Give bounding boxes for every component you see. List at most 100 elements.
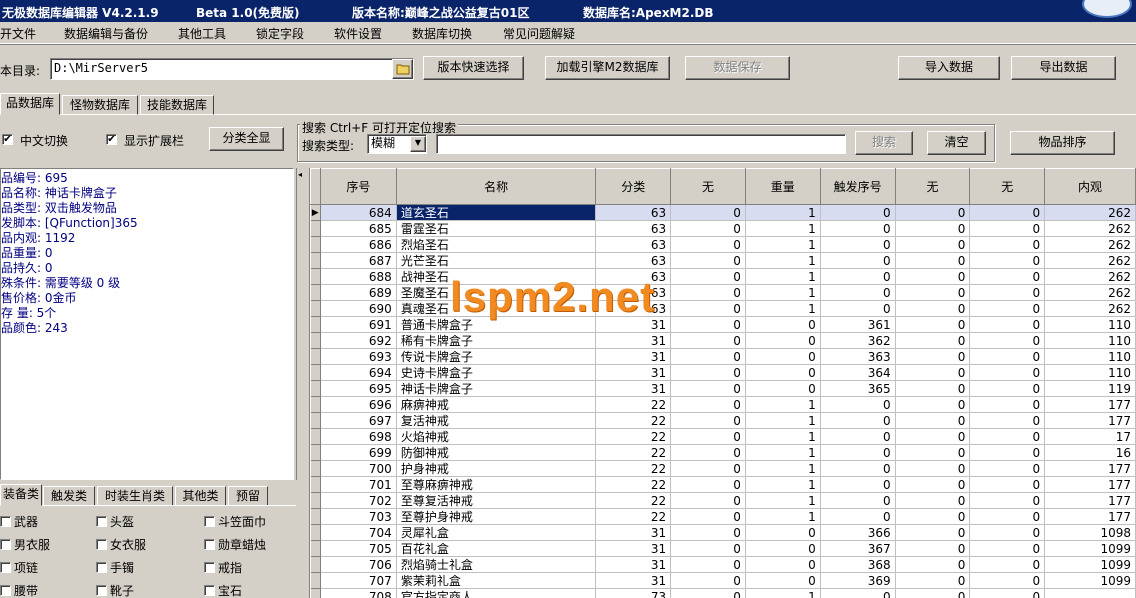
chevron-down-icon[interactable]: ▼ xyxy=(410,136,426,152)
table-cell[interactable]: 0 xyxy=(895,236,971,253)
row-indicator[interactable] xyxy=(310,396,321,413)
table-cell[interactable]: 694 xyxy=(320,364,397,381)
table-cell[interactable]: 0 xyxy=(969,540,1046,557)
table-row[interactable]: 687 光芒圣石 63 0 1 0 0 0 262 xyxy=(310,252,1136,269)
table-cell[interactable]: 0 xyxy=(895,220,971,237)
row-indicator[interactable] xyxy=(310,476,321,493)
table-cell[interactable]: 177 xyxy=(1044,396,1136,413)
table-row[interactable]: 700 护身神戒 22 0 1 0 0 0 177 xyxy=(310,460,1136,477)
table-cell[interactable]: 0 xyxy=(745,572,821,589)
table-cell[interactable]: 0 xyxy=(670,524,746,541)
table-cell[interactable]: 0 xyxy=(820,284,896,301)
table-cell[interactable]: 22 xyxy=(595,460,672,477)
table-cell[interactable]: 0 xyxy=(670,380,746,397)
row-indicator[interactable] xyxy=(310,428,321,445)
table-cell[interactable]: 稀有卡牌盒子 xyxy=(396,332,597,349)
tab-fashion-zodiac[interactable]: 时装生肖类 xyxy=(97,486,173,506)
directory-input[interactable]: D:\MirServer5 xyxy=(50,58,414,80)
quick-select-button[interactable]: 版本快速选择 xyxy=(423,56,524,80)
table-cell[interactable]: 0 xyxy=(820,204,896,221)
row-indicator[interactable] xyxy=(310,348,321,365)
table-cell[interactable]: 691 xyxy=(320,316,397,333)
table-cell[interactable]: 防御神戒 xyxy=(396,444,597,461)
table-cell[interactable]: 0 xyxy=(670,572,746,589)
table-cell[interactable]: 1 xyxy=(745,300,821,317)
column-header[interactable]: 序号 xyxy=(319,168,397,205)
show-ext-checkbox[interactable]: ✔ xyxy=(106,134,117,145)
table-cell[interactable]: 0 xyxy=(670,284,746,301)
table-cell[interactable]: 0 xyxy=(969,252,1046,269)
table-cell[interactable]: 火焰神戒 xyxy=(396,428,597,445)
row-indicator[interactable] xyxy=(310,412,321,429)
table-cell[interactable]: 1 xyxy=(745,428,821,445)
category-checkbox[interactable] xyxy=(96,539,107,550)
row-indicator[interactable] xyxy=(310,572,321,589)
table-cell[interactable]: 0 xyxy=(895,396,971,413)
table-cell[interactable]: 0 xyxy=(969,284,1046,301)
table-row[interactable]: 696 麻痹神戒 22 0 1 0 0 0 177 xyxy=(310,396,1136,413)
table-cell[interactable]: 0 xyxy=(895,428,971,445)
items-grid[interactable]: 序号 名称 分类无重量 触发序号无无内观 ▶ 684 道玄圣石 63 0 1 0 0 0 262 685 雷… xyxy=(309,168,1136,598)
column-header[interactable]: 无 xyxy=(670,168,746,205)
table-cell[interactable]: 684 xyxy=(320,204,397,221)
row-indicator[interactable] xyxy=(310,460,321,477)
table-row[interactable]: 692 稀有卡牌盒子 31 0 0 362 0 0 110 xyxy=(310,332,1136,349)
table-cell[interactable]: 690 xyxy=(320,300,397,317)
table-cell[interactable]: 0 xyxy=(670,364,746,381)
table-cell[interactable]: 0 xyxy=(745,332,821,349)
row-indicator[interactable] xyxy=(310,300,321,317)
table-cell[interactable]: 0 xyxy=(670,508,746,525)
table-cell[interactable]: 22 xyxy=(595,412,672,429)
table-cell[interactable]: 695 xyxy=(320,380,397,397)
column-header[interactable]: 分类 xyxy=(595,168,672,205)
table-cell[interactable]: 0 xyxy=(670,540,746,557)
table-cell[interactable]: 0 xyxy=(969,572,1046,589)
table-cell[interactable]: 262 xyxy=(1044,252,1136,269)
table-cell[interactable]: 0 xyxy=(969,556,1046,573)
table-cell[interactable]: 护身神戒 xyxy=(396,460,597,477)
table-row[interactable]: 705 百花礼盒 31 0 0 367 0 0 1099 xyxy=(310,540,1136,557)
category-checkbox[interactable] xyxy=(204,585,215,596)
table-cell[interactable] xyxy=(1044,588,1136,598)
table-cell[interactable]: 0 xyxy=(895,460,971,477)
table-cell[interactable]: 0 xyxy=(670,492,746,509)
category-checkbox[interactable] xyxy=(96,562,107,573)
table-cell[interactable]: 0 xyxy=(895,572,971,589)
table-cell[interactable]: 31 xyxy=(595,540,672,557)
table-cell[interactable]: 705 xyxy=(320,540,397,557)
row-indicator[interactable] xyxy=(310,284,321,301)
row-indicator[interactable] xyxy=(310,588,321,598)
table-cell[interactable]: 22 xyxy=(595,444,672,461)
menu-db-switch[interactable]: 数据库切换 xyxy=(412,25,472,42)
table-cell[interactable]: 700 xyxy=(320,460,397,477)
table-cell[interactable]: 1 xyxy=(745,412,821,429)
table-row[interactable]: 698 火焰神戒 22 0 1 0 0 0 17 xyxy=(310,428,1136,445)
table-cell[interactable]: 0 xyxy=(670,236,746,253)
table-cell[interactable]: 灵犀礼盒 xyxy=(396,524,597,541)
table-cell[interactable]: 1 xyxy=(745,476,821,493)
menu-lock-fields[interactable]: 锁定字段 xyxy=(256,25,304,42)
table-cell[interactable]: 0 xyxy=(895,476,971,493)
table-cell[interactable]: 0 xyxy=(969,268,1046,285)
table-cell[interactable]: 烈焰骑士礼盒 xyxy=(396,556,597,573)
table-cell[interactable]: 0 xyxy=(895,380,971,397)
table-cell[interactable]: 0 xyxy=(969,348,1046,365)
table-cell[interactable]: 0 xyxy=(745,316,821,333)
table-cell[interactable]: 110 xyxy=(1044,332,1136,349)
table-cell[interactable]: 22 xyxy=(595,396,672,413)
table-cell[interactable]: 687 xyxy=(320,252,397,269)
table-cell[interactable]: 0 xyxy=(820,300,896,317)
panel-splitter[interactable]: ◂ xyxy=(296,168,306,480)
sort-items-button[interactable]: 物品排序 xyxy=(1010,131,1115,155)
table-cell[interactable]: 0 xyxy=(969,236,1046,253)
table-cell[interactable]: 0 xyxy=(969,220,1046,237)
table-cell[interactable]: 0 xyxy=(745,540,821,557)
table-cell[interactable]: 1 xyxy=(745,284,821,301)
table-cell[interactable]: 0 xyxy=(895,348,971,365)
category-checkbox[interactable] xyxy=(0,516,11,527)
table-row[interactable]: 689 圣魔圣石 63 0 1 0 0 0 262 xyxy=(310,284,1136,301)
table-cell[interactable]: 0 xyxy=(820,236,896,253)
table-cell[interactable]: 0 xyxy=(969,524,1046,541)
table-cell[interactable]: 369 xyxy=(820,572,896,589)
table-cell[interactable]: 0 xyxy=(969,412,1046,429)
